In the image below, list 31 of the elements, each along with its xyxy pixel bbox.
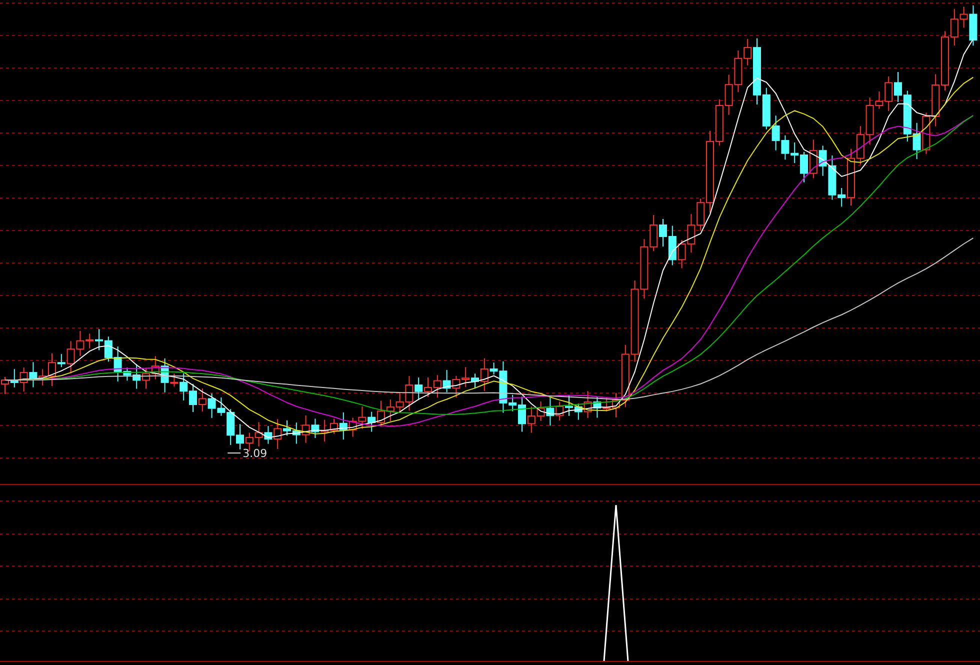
candlestick (462, 366, 470, 388)
candlestick (292, 422, 300, 444)
candlestick (790, 142, 799, 164)
candlestick (254, 422, 263, 447)
candlestick (104, 336, 112, 362)
leader-line (227, 452, 242, 454)
candlestick (922, 112, 930, 154)
candlestick (358, 406, 366, 430)
candlestick (386, 399, 394, 422)
candlestick (198, 388, 206, 412)
low-price-label: 3.09 (242, 447, 268, 460)
candlestick (912, 122, 921, 160)
candlestick (724, 74, 733, 116)
candlestick (433, 374, 442, 398)
candlestick (781, 134, 790, 160)
candlestick (772, 115, 780, 151)
candlestick (348, 417, 357, 438)
candlestick (311, 418, 320, 439)
candlestick (20, 366, 28, 392)
candlestick (678, 239, 686, 269)
candlestick (687, 214, 696, 253)
candlestick (320, 419, 329, 442)
candlestick (442, 369, 451, 393)
candlestick (368, 411, 376, 432)
candlestick (10, 368, 18, 388)
candlestick (452, 375, 460, 398)
candlestick (208, 392, 216, 418)
candlestick (527, 406, 536, 434)
candlestick (302, 414, 310, 444)
candlestick (809, 139, 818, 179)
candlestick (932, 74, 940, 127)
